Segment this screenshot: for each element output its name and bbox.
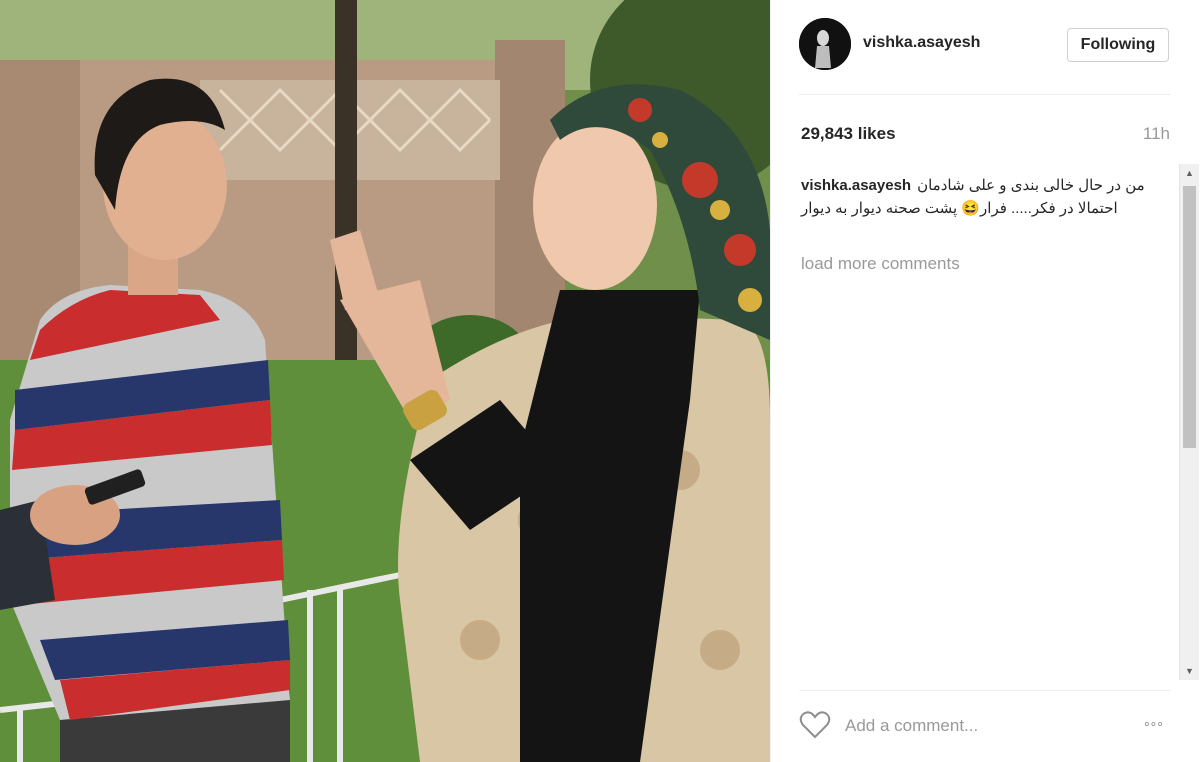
header-divider (799, 94, 1171, 95)
post-photo (0, 0, 770, 762)
caption-username[interactable]: vishka.asayesh (801, 177, 911, 194)
scrollbar-thumb[interactable] (1183, 186, 1196, 448)
comments-scrollbar[interactable]: ▲ ▼ (1179, 164, 1199, 680)
avatar[interactable] (799, 18, 851, 70)
chevron-up-icon[interactable]: ▲ (1180, 164, 1199, 182)
more-options-icon[interactable]: ◦◦◦ (1137, 712, 1171, 738)
chevron-down-icon[interactable]: ▼ (1180, 662, 1199, 680)
heart-icon[interactable] (799, 710, 831, 740)
following-button[interactable]: Following (1067, 28, 1169, 62)
comment-divider (799, 690, 1171, 691)
add-comment-input[interactable] (845, 712, 1115, 740)
post-time[interactable]: 11h (1143, 124, 1170, 144)
post-caption: vishka.asayesh من در حال خالی بندی و علی … (801, 174, 1146, 220)
comment-bar: ◦◦◦ (799, 706, 1171, 746)
post-username[interactable]: vishka.asayesh (863, 34, 980, 52)
likes-count[interactable]: 29,843 likes (801, 124, 896, 144)
post-header: vishka.asayesh Following (799, 18, 1171, 72)
post-details-panel: vishka.asayesh Following 29,843 likes 11… (770, 0, 1200, 762)
load-more-comments-link[interactable]: load more comments (801, 254, 960, 274)
